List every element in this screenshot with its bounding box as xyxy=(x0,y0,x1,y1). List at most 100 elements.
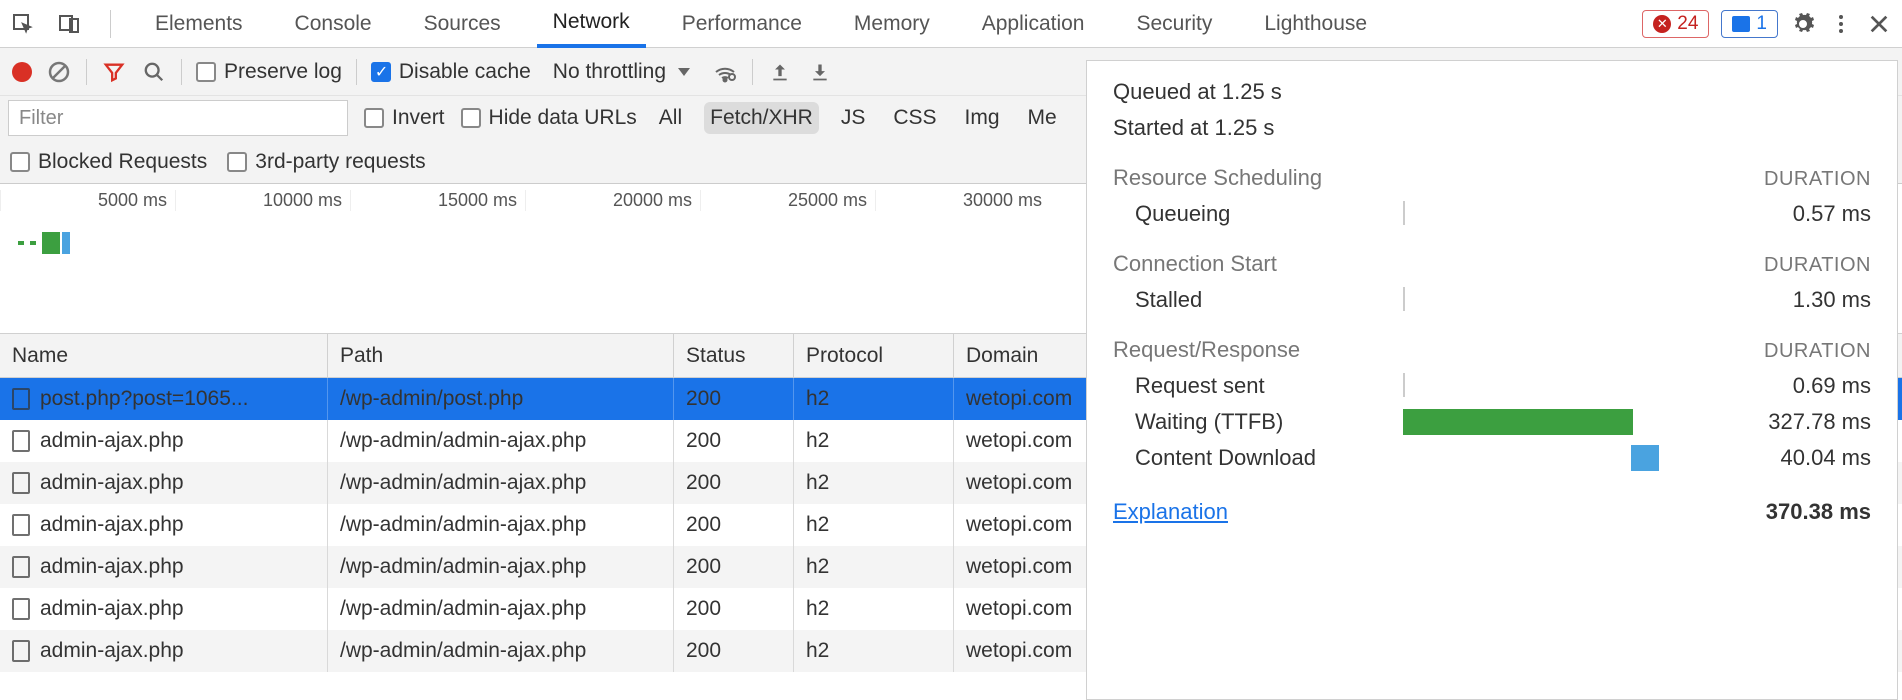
waiting-label: Waiting (TTFB) xyxy=(1113,409,1403,435)
tab-network[interactable]: Network xyxy=(537,0,646,48)
record-button[interactable] xyxy=(12,62,32,82)
tab-console[interactable]: Console xyxy=(279,2,388,46)
blocked-requests-label: Blocked Requests xyxy=(38,150,207,174)
document-icon xyxy=(12,640,30,662)
col-path-header[interactable]: Path xyxy=(328,334,674,377)
clear-button[interactable] xyxy=(46,59,72,85)
separator xyxy=(110,10,111,38)
content-download-label: Content Download xyxy=(1113,445,1403,471)
upload-har-icon[interactable] xyxy=(767,59,793,85)
download-har-icon[interactable] xyxy=(807,59,833,85)
request-path: /wp-admin/admin-ajax.php xyxy=(340,471,586,495)
request-protocol: h2 xyxy=(806,387,829,411)
request-name: admin-ajax.php xyxy=(40,429,184,453)
preserve-log-checkbox[interactable]: Preserve log xyxy=(196,60,342,84)
tab-application[interactable]: Application xyxy=(966,2,1101,46)
document-icon xyxy=(12,598,30,620)
close-icon[interactable] xyxy=(1866,11,1892,37)
request-protocol: h2 xyxy=(806,471,829,495)
devtools-tab-bar: Elements Console Sources Network Perform… xyxy=(0,0,1902,48)
request-path: /wp-admin/admin-ajax.php xyxy=(340,639,586,663)
filter-type-fetchxhr[interactable]: Fetch/XHR xyxy=(704,102,819,134)
filter-input[interactable]: Filter xyxy=(8,100,348,136)
explanation-link[interactable]: Explanation xyxy=(1113,499,1228,525)
timeline-tick: 10000 ms xyxy=(175,190,350,211)
preserve-log-label: Preserve log xyxy=(224,60,342,84)
timing-panel: Queued at 1.25 s Started at 1.25 s Resou… xyxy=(1086,60,1898,700)
content-download-value: 40.04 ms xyxy=(1673,445,1871,471)
col-name-header[interactable]: Name xyxy=(0,334,328,377)
filter-type-img[interactable]: Img xyxy=(959,102,1006,134)
third-party-label: 3rd-party requests xyxy=(255,150,425,174)
request-protocol: h2 xyxy=(806,429,829,453)
search-icon[interactable] xyxy=(141,59,167,85)
filter-type-all[interactable]: All xyxy=(653,102,688,134)
checkbox-icon xyxy=(364,108,384,128)
timing-started: Started at 1.25 s xyxy=(1113,115,1871,141)
request-name: post.php?post=1065... xyxy=(40,387,248,411)
request-path: /wp-admin/admin-ajax.php xyxy=(340,513,586,537)
tab-performance[interactable]: Performance xyxy=(666,2,818,46)
error-icon: ✕ xyxy=(1653,15,1671,33)
request-domain: wetopi.com xyxy=(966,387,1072,411)
document-icon xyxy=(12,430,30,452)
request-domain: wetopi.com xyxy=(966,639,1072,663)
disable-cache-label: Disable cache xyxy=(399,60,531,84)
checkbox-checked-icon xyxy=(371,62,391,82)
tab-sources[interactable]: Sources xyxy=(408,2,517,46)
request-protocol: h2 xyxy=(806,555,829,579)
network-conditions-icon[interactable] xyxy=(712,59,738,85)
checkbox-icon xyxy=(461,108,481,128)
timeline-tick: 20000 ms xyxy=(525,190,700,211)
tab-memory[interactable]: Memory xyxy=(838,2,946,46)
tab-elements[interactable]: Elements xyxy=(139,2,259,46)
request-status: 200 xyxy=(686,639,721,663)
disable-cache-checkbox[interactable]: Disable cache xyxy=(371,60,531,84)
tab-lighthouse[interactable]: Lighthouse xyxy=(1248,2,1383,46)
more-icon[interactable] xyxy=(1828,11,1854,37)
request-path: /wp-admin/admin-ajax.php xyxy=(340,555,586,579)
filter-type-media[interactable]: Me xyxy=(1022,102,1063,134)
checkbox-icon xyxy=(227,152,247,172)
settings-icon[interactable] xyxy=(1790,11,1816,37)
message-count-badge[interactable]: 1 xyxy=(1721,10,1778,38)
col-status-header[interactable]: Status xyxy=(674,334,794,377)
request-domain: wetopi.com xyxy=(966,555,1072,579)
timing-total: 370.38 ms xyxy=(1766,499,1871,525)
error-count-badge[interactable]: ✕ 24 xyxy=(1642,10,1709,38)
waiting-value: 327.78 ms xyxy=(1673,409,1871,435)
request-domain: wetopi.com xyxy=(966,471,1072,495)
tab-security[interactable]: Security xyxy=(1120,2,1228,46)
duration-header: DURATION xyxy=(1764,254,1871,277)
separator xyxy=(356,59,357,85)
request-sent-bar xyxy=(1403,373,1405,397)
duration-header: DURATION xyxy=(1764,168,1871,191)
filter-type-js[interactable]: JS xyxy=(835,102,872,134)
throttling-select[interactable]: No throttling xyxy=(545,60,698,84)
request-protocol: h2 xyxy=(806,513,829,537)
timing-queued: Queued at 1.25 s xyxy=(1113,79,1871,105)
third-party-checkbox[interactable]: 3rd-party requests xyxy=(227,150,425,174)
timeline-tick: 30000 ms xyxy=(875,190,1050,211)
request-domain: wetopi.com xyxy=(966,429,1072,453)
inspect-icon[interactable] xyxy=(10,11,36,37)
filter-type-css[interactable]: CSS xyxy=(887,102,942,134)
request-status: 200 xyxy=(686,429,721,453)
request-protocol: h2 xyxy=(806,639,829,663)
request-name: admin-ajax.php xyxy=(40,513,184,537)
request-sent-value: 0.69 ms xyxy=(1673,373,1871,399)
queueing-bar xyxy=(1403,201,1405,225)
col-protocol-header[interactable]: Protocol xyxy=(794,334,954,377)
filter-icon[interactable] xyxy=(101,59,127,85)
invert-checkbox[interactable]: Invert xyxy=(364,106,445,130)
document-icon xyxy=(12,556,30,578)
hide-data-urls-checkbox[interactable]: Hide data URLs xyxy=(461,106,637,130)
timeline-tick: 15000 ms xyxy=(350,190,525,211)
blocked-requests-checkbox[interactable]: Blocked Requests xyxy=(10,150,207,174)
message-icon xyxy=(1732,16,1750,32)
request-name: admin-ajax.php xyxy=(40,639,184,663)
document-icon xyxy=(12,388,30,410)
device-toggle-icon[interactable] xyxy=(56,11,82,37)
document-icon xyxy=(12,514,30,536)
checkbox-icon xyxy=(10,152,30,172)
